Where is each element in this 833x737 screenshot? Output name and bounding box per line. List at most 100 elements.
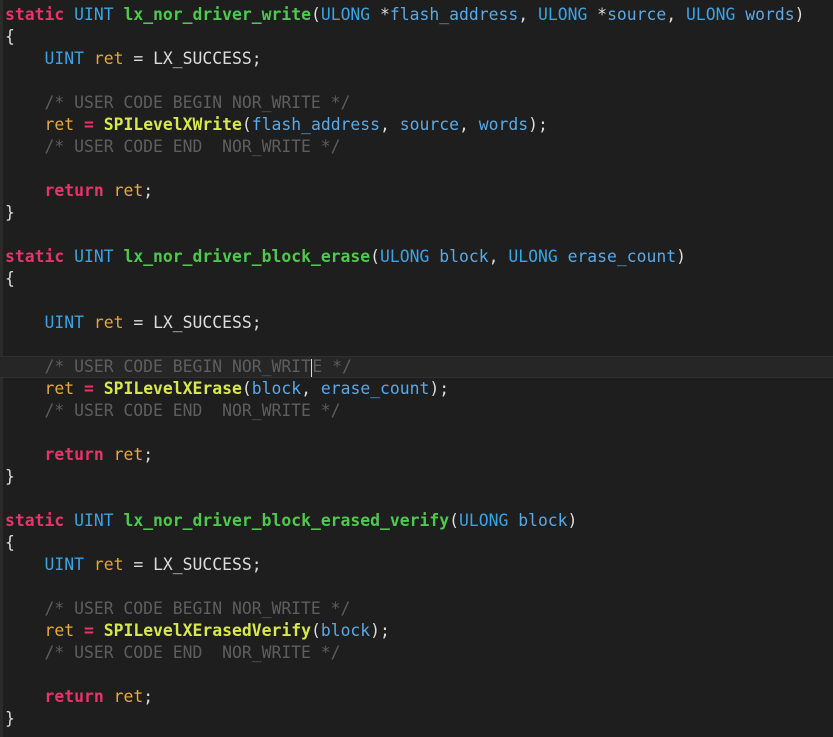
code-line[interactable]: UINT ret = LX_SUCCESS; [0,312,833,334]
code-line[interactable]: /* USER CODE END NOR_WRITE */ [0,400,833,422]
code-line[interactable] [0,334,833,356]
code-line[interactable] [0,70,833,92]
code-token-kw: return [44,687,104,706]
code-token-comment: E */ [312,357,352,376]
code-line[interactable] [0,488,833,510]
code-token-type: ULONG [380,247,430,266]
code-line[interactable]: return ret; [0,686,833,708]
code-token-func: lx_nor_driver_write [123,5,311,24]
code-line[interactable] [0,158,833,180]
code-token-const: LX_SUCCESS [153,313,252,332]
code-token-punct: ( [370,247,381,266]
code-token-param: block [439,247,489,266]
code-line[interactable]: { [0,26,833,48]
code-line[interactable]: UINT ret = LX_SUCCESS; [0,554,833,576]
code-line[interactable]: ret = SPILevelXErasedVerify(block); [0,620,833,642]
code-token-punct: ) [567,511,578,530]
code-token-type: ULONG [508,247,558,266]
code-token-func: lx_nor_driver_block_erased_verify [123,511,450,530]
code-token-punct: ); [370,621,390,640]
code-line[interactable]: { [0,532,833,554]
code-token-type: UINT [74,247,114,266]
code-line[interactable]: } [0,466,833,488]
code-line[interactable]: { [0,268,833,290]
code-token-comment: /* USER CODE BEGIN NOR_WRITE */ [44,599,351,618]
code-line[interactable]: return ret; [0,180,833,202]
code-token-punct: { [5,533,15,552]
code-token-kw: static [5,5,65,24]
code-token-punct: } [5,467,15,486]
code-line[interactable] [0,664,833,686]
code-token-const: LX_SUCCESS [153,49,252,68]
code-token-func: lx_nor_driver_block_erase [123,247,371,266]
code-token-var: ret [93,49,124,68]
code-token-punct: ; [251,555,262,574]
code-line[interactable]: static UINT lx_nor_driver_block_erased_v… [0,510,833,532]
code-line[interactable]: /* USER CODE BEGIN NOR_WRITE */ [0,356,833,378]
code-line[interactable] [0,224,833,246]
code-token-punct: , [459,115,479,134]
code-editor[interactable]: static UINT lx_nor_driver_write(ULONG *f… [0,0,833,737]
code-line[interactable]: UINT ret = LX_SUCCESS; [0,48,833,70]
code-line[interactable]: } [0,202,833,224]
code-line[interactable]: ret = SPILevelXErase(block, erase_count)… [0,378,833,400]
code-token-param: block [518,511,568,530]
code-token-param: block [251,379,302,398]
code-token-type: UINT [44,49,84,68]
code-token-ret: ret [113,687,144,706]
code-token-punct: ; [143,687,154,706]
code-token-punct: { [5,269,15,288]
code-token-punct: , [666,5,687,24]
code-line[interactable]: static UINT lx_nor_driver_block_erase(UL… [0,246,833,268]
code-token-var: ret [93,313,124,332]
code-token-type: UINT [74,511,114,530]
code-line[interactable] [0,576,833,598]
code-token-punct: ( [310,5,321,24]
code-line[interactable]: /* USER CODE BEGIN NOR_WRITE */ [0,92,833,114]
code-token-punct: ; [143,445,154,464]
code-line[interactable] [0,422,833,444]
code-line[interactable]: static UINT lx_nor_driver_write(ULONG *f… [0,4,833,26]
code-token-punct: , [301,379,321,398]
code-token-type: UINT [74,5,114,24]
code-line[interactable] [0,290,833,312]
code-token-ret: ret [44,379,75,398]
code-line[interactable]: /* USER CODE END NOR_WRITE */ [0,642,833,664]
code-token-kw: return [44,445,104,464]
code-line[interactable]: ret = SPILevelXWrite(flash_address, sour… [0,114,833,136]
code-token-param: flash_address [251,115,381,134]
code-token-ret: ret [44,115,75,134]
code-token-punct: ( [449,511,459,530]
code-token-type: ULONG [686,5,736,24]
code-token-param: flash_address [389,5,519,24]
code-token-comment: /* USER CODE END NOR_WRITE */ [44,137,341,156]
code-line[interactable]: } [0,708,833,730]
code-token-punct: } [5,203,15,222]
code-token-punct: ( [241,379,252,398]
code-line[interactable]: return ret; [0,444,833,466]
code-line[interactable]: /* USER CODE BEGIN NOR_WRITE */ [0,598,833,620]
code-token-var: ret [93,555,124,574]
code-token-type: UINT [44,555,84,574]
code-token-kw: return [44,181,104,200]
code-token-param: words [745,5,795,24]
code-line[interactable]: /* USER CODE END NOR_WRITE */ [0,136,833,158]
code-token-param: source [399,115,460,134]
